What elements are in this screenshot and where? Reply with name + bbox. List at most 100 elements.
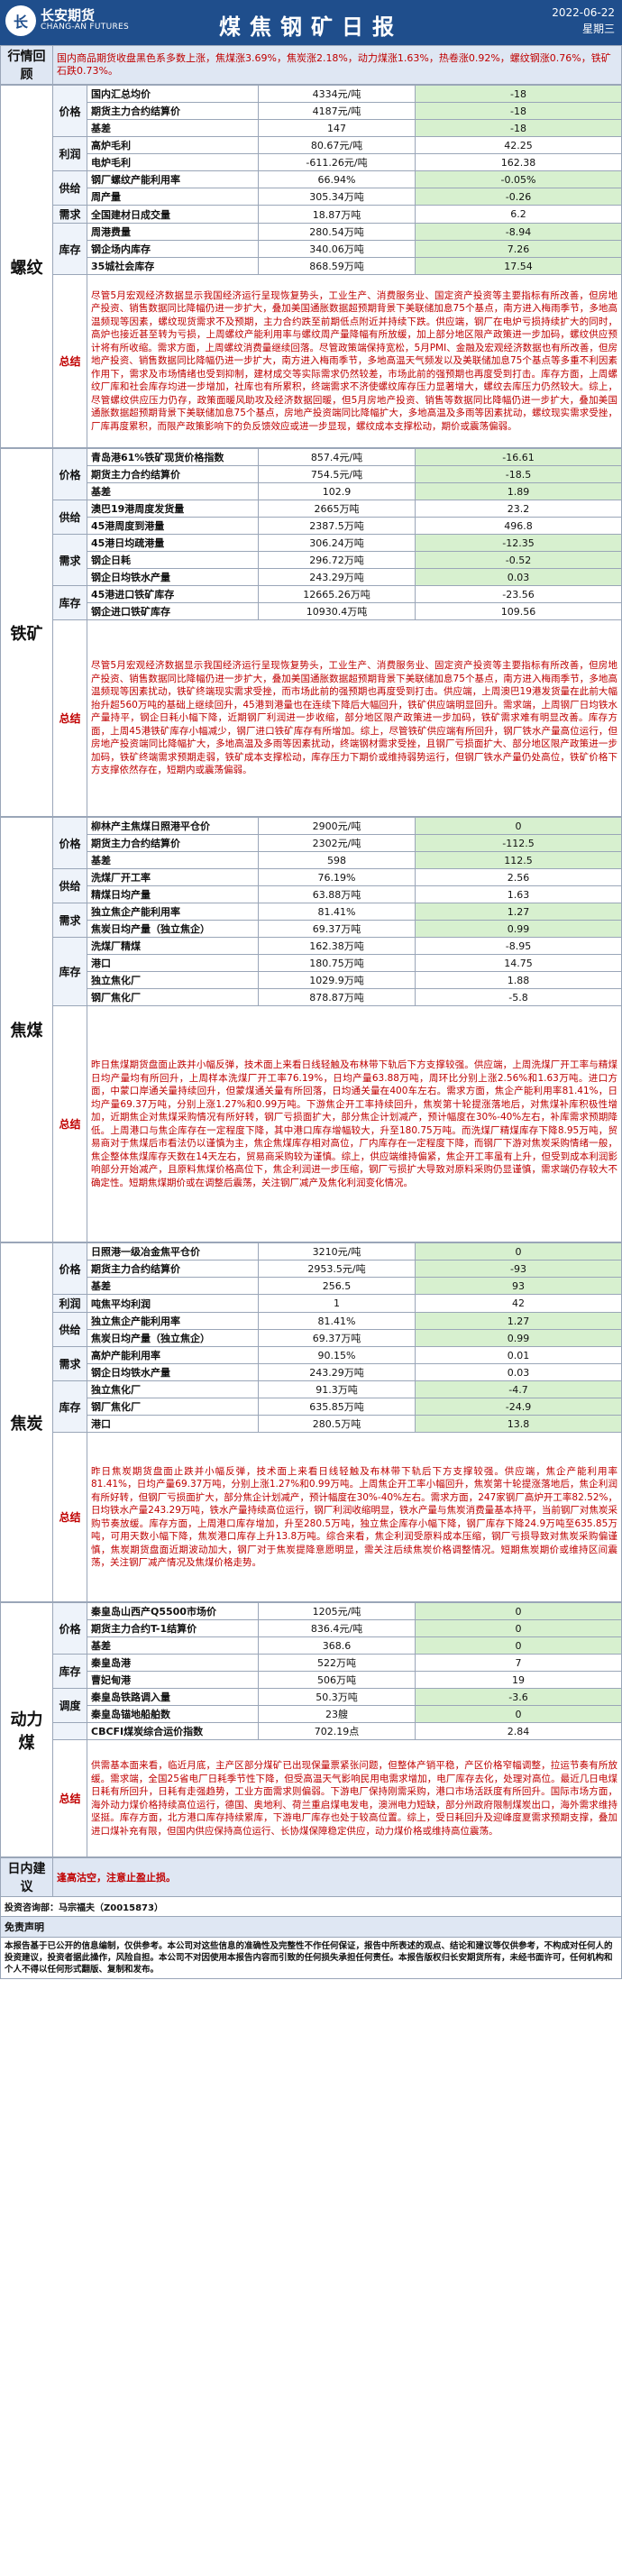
table-row: 需求 45港日均疏港量 306.24万吨 -12.35 bbox=[1, 534, 622, 586]
group-label: 库存 bbox=[52, 1380, 87, 1433]
table-row: 库存 周港费量 280.54万吨 -8.94 bbox=[1, 223, 622, 275]
daily-report-page: 长 长安期货 CHANG-AN FUTURES 煤焦钢矿日报 2022-06-2… bbox=[0, 0, 622, 2576]
indicator-name: 高炉毛利 bbox=[87, 136, 259, 154]
summary-text: 供需基本面来看，临近月底，主产区部分煤矿已出现保量票紧张问题，但整体产销平稳，产… bbox=[87, 1739, 622, 1857]
indicator-value: 878.87万吨 bbox=[258, 988, 416, 1006]
table-row: 电炉毛利 -611.26元/吨 162.38 bbox=[1, 153, 622, 171]
indicator-change: -18.5 bbox=[415, 465, 622, 483]
table-row: 曹妃甸港 506万吨 19 bbox=[1, 1671, 622, 1689]
summary-text: 尽管5月宏观经济数据显示我国经济运行呈现恢复势头，工业生产、消费服务业、国定资产… bbox=[87, 274, 622, 448]
table-row: 期货主力合约结算价 754.5元/吨 -18.5 bbox=[1, 465, 622, 483]
summary-text: 尽管5月宏观经济数据显示我国经济运行呈现恢复势头，工业生产、消费服务业、固定资产… bbox=[87, 619, 622, 817]
indicator-value: 1029.9万吨 bbox=[258, 971, 416, 989]
indicator-value: 754.5元/吨 bbox=[258, 465, 416, 483]
table-row: CBCFI煤炭综合运价指数 702.19点 2.84 bbox=[1, 1722, 622, 1740]
group-label: 价格 bbox=[52, 448, 87, 500]
indicator-change: -3.6 bbox=[415, 1688, 622, 1706]
indicator-change: 23.2 bbox=[415, 500, 622, 518]
indicator-value: 243.29万吨 bbox=[258, 1363, 416, 1381]
indicator-value: 522万吨 bbox=[258, 1654, 416, 1672]
indicator-change: 42 bbox=[415, 1294, 622, 1313]
indicator-value: 702.19点 bbox=[258, 1722, 416, 1740]
summary-label: 总结 bbox=[52, 274, 87, 448]
group-label bbox=[52, 1722, 87, 1740]
table-row: 期货主力合约结算价 4187元/吨 -18 bbox=[1, 102, 622, 120]
section-name: 焦煤 bbox=[0, 817, 53, 1242]
table-row: 需求 独立焦企产能利用率 81.41% 1.27 bbox=[1, 903, 622, 938]
indicator-value: 69.37万吨 bbox=[258, 1329, 416, 1347]
indicator-name: 精煤日均产量 bbox=[87, 885, 259, 903]
indicator-change: -8.95 bbox=[415, 937, 622, 955]
indicator-value: 66.94% bbox=[258, 170, 416, 188]
indicator-name: 日照港一级冶金焦平仓价 bbox=[87, 1242, 259, 1260]
table-row: 焦煤 价格 柳林产主焦煤日照港平仓价 2900元/吨 0 bbox=[0, 817, 622, 1242]
indicator-change: -16.61 bbox=[415, 448, 622, 466]
table-row: 港口 280.5万吨 13.8 bbox=[1, 1415, 622, 1433]
indicator-change: 13.8 bbox=[415, 1415, 622, 1433]
indicator-change: 0 bbox=[415, 817, 622, 835]
group-label: 调度 bbox=[52, 1688, 87, 1723]
indicator-change: -5.8 bbox=[415, 988, 622, 1006]
indicator-change: -4.7 bbox=[415, 1380, 622, 1398]
group-label: 供给 bbox=[52, 500, 87, 535]
review-label: 行情回顾 bbox=[0, 45, 53, 85]
indicator-name: 曹妃甸港 bbox=[87, 1671, 259, 1689]
indicator-value: 2900元/吨 bbox=[258, 817, 416, 835]
indicator-value: 90.15% bbox=[258, 1346, 416, 1364]
indicator-value: 23艘 bbox=[258, 1705, 416, 1723]
indicator-value: 3210元/吨 bbox=[258, 1242, 416, 1260]
disclaimer-text: 本报告基于已公开的信息编制，仅供参考。本公司对这些信息的准确性及完整性不作任何保… bbox=[0, 1938, 622, 1979]
indicator-change: -24.9 bbox=[415, 1398, 622, 1416]
section-table: 焦炭 价格 日照港一级冶金焦平仓价 3210元/吨 0 期货主力合约结算价 2953.5元/… bbox=[0, 1242, 622, 1602]
indicator-value: 2665万吨 bbox=[258, 500, 416, 518]
summary-label: 总结 bbox=[52, 1005, 87, 1242]
indicator-name: 独立焦化厂 bbox=[87, 971, 259, 989]
indicator-name: 基差 bbox=[87, 1636, 259, 1655]
group-label: 需求 bbox=[52, 534, 87, 586]
indicator-name: 港口 bbox=[87, 1415, 259, 1433]
disclaimer-title: 免责声明 bbox=[0, 1917, 622, 1938]
indicator-change: -18 bbox=[415, 85, 622, 103]
report-date: 2022-06-22 bbox=[552, 6, 615, 19]
table-row: 铁矿 价格 青岛港61%铁矿现货价格指数 857.4元/吨 -16.61 bbox=[0, 448, 622, 817]
group-label: 供给 bbox=[52, 170, 87, 206]
section-table: 螺纹 价格 国内汇总均价 4334元/吨 -18 期货主力合约结算价 4187元/吨 -18 基… bbox=[0, 85, 622, 448]
indicator-name: 钢企日均铁水产量 bbox=[87, 1363, 259, 1381]
indicator-value: 10930.4万吨 bbox=[258, 602, 416, 620]
indicator-name: 秦皇岛铁路调入量 bbox=[87, 1688, 259, 1706]
table-row: 钢厂焦化厂 878.87万吨 -5.8 bbox=[1, 988, 622, 1006]
table-row: 独立焦化厂 1029.9万吨 1.88 bbox=[1, 971, 622, 989]
indicator-name: 秦皇岛锚地船舶数 bbox=[87, 1705, 259, 1723]
indicator-name: 期货主力合约结算价 bbox=[87, 1260, 259, 1278]
indicator-change: 0 bbox=[415, 1602, 622, 1620]
indicator-change: 2.56 bbox=[415, 868, 622, 886]
table-row: 利润 吨焦平均利润 1 42 bbox=[1, 1294, 622, 1313]
indicator-change: 1.63 bbox=[415, 885, 622, 903]
indicator-value: 857.4元/吨 bbox=[258, 448, 416, 466]
indicator-value: 81.41% bbox=[258, 903, 416, 921]
indicator-change: -23.56 bbox=[415, 585, 622, 603]
indicator-name: 钢企场内库存 bbox=[87, 240, 259, 258]
indicator-change: 7.26 bbox=[415, 240, 622, 258]
indicator-value: 63.88万吨 bbox=[258, 885, 416, 903]
indicator-name: 期货主力合约T-1结算价 bbox=[87, 1619, 259, 1637]
indicator-name: 钢企日耗 bbox=[87, 551, 259, 569]
table-row: 钢厂焦化厂 635.85万吨 -24.9 bbox=[1, 1398, 622, 1416]
table-row: 钢企进口铁矿库存 10930.4万吨 109.56 bbox=[1, 602, 622, 620]
indicator-value: 180.75万吨 bbox=[258, 954, 416, 972]
table-row: 精煤日均产量 63.88万吨 1.63 bbox=[1, 885, 622, 903]
indicator-change: 17.54 bbox=[415, 257, 622, 275]
indicator-change: -12.35 bbox=[415, 534, 622, 552]
indicator-name: 独立焦企产能利用率 bbox=[87, 1312, 259, 1330]
group-label: 价格 bbox=[52, 1602, 87, 1655]
indicator-name: 澳巴19港周度发货量 bbox=[87, 500, 259, 518]
table-row: 基差 368.6 0 bbox=[1, 1636, 622, 1655]
suggestion-text: 逢高沽空，注意止盈止损。 bbox=[52, 1857, 622, 1897]
indicator-change: -18 bbox=[415, 102, 622, 120]
indicator-value: 81.41% bbox=[258, 1312, 416, 1330]
table-row: 期货主力合约结算价 2302元/吨 -112.5 bbox=[1, 834, 622, 852]
indicator-change: -0.26 bbox=[415, 188, 622, 206]
indicator-name: 钢厂焦化厂 bbox=[87, 1398, 259, 1416]
indicator-value: 305.34万吨 bbox=[258, 188, 416, 206]
report-weekday: 星期三 bbox=[581, 23, 615, 35]
